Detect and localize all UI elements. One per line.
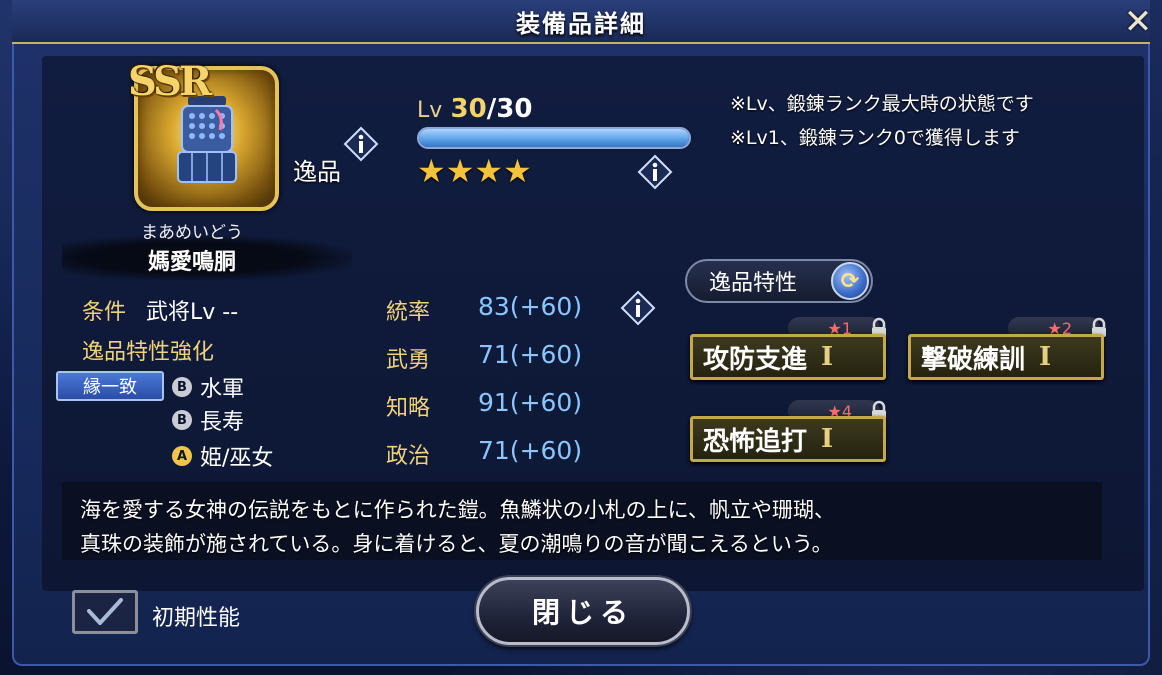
title-bar: 装備品詳細 (12, 0, 1150, 44)
stat-name: 知略 (386, 396, 431, 421)
level-bar (417, 127, 691, 149)
skill-name: 攻防支進 (703, 344, 808, 375)
trait-panel-header: 逸品特性 ⟳ (685, 259, 873, 303)
level-bar-fill (419, 129, 689, 147)
condition-label: 条件 (82, 300, 127, 325)
cycle-icon[interactable]: ⟳ (831, 262, 869, 300)
stat-name: 統率 (386, 300, 431, 325)
info-icon[interactable] (620, 290, 656, 326)
description-line: 海を愛する女神の伝説をもとに作られた鎧。魚鱗状の小札の上に、帆立や珊瑚、 (80, 498, 835, 522)
info-icon[interactable] (343, 126, 379, 162)
stat-name: 武勇 (386, 348, 431, 373)
skill-name: 恐怖追打 (703, 426, 808, 457)
level-label: Lv 30/30 (417, 94, 532, 124)
grade-badge: B (172, 410, 192, 430)
skill-button[interactable]: 恐怖追打 I (690, 416, 886, 462)
stat-name: 政治 (386, 444, 431, 469)
item-kind: 逸品 (293, 158, 341, 186)
trait-name: 水軍 (200, 377, 245, 402)
info-icon[interactable] (637, 154, 673, 190)
star-rating: ★★★★ (417, 152, 532, 190)
condition-value: 武将Lv -- (146, 300, 239, 325)
description-line: 真珠の装飾が施されている。身に着けると、夏の潮鳴りの音が聞こえるという。 (80, 532, 833, 556)
item-furigana: まあめいどう (141, 223, 243, 243)
level-word: Lv (417, 98, 443, 123)
trait-row: B 水軍 (172, 371, 244, 403)
skill-rank: I (821, 342, 834, 372)
stat-value: 71(+60) (478, 436, 583, 465)
armor-icon (177, 96, 237, 183)
skill-rank: I (1039, 342, 1052, 372)
stat-value: 83(+60) (478, 292, 583, 321)
skill-button[interactable]: 撃破練訓 I (908, 334, 1104, 380)
grade-badge: A (172, 446, 192, 466)
trait-row: A 姫/巫女 (172, 440, 273, 472)
trait-panel-label: 逸品特性 (709, 271, 798, 296)
checkbox-label: 初期性能 (152, 606, 241, 631)
dialog-title: 装備品詳細 (516, 9, 646, 38)
skill-rank: I (821, 424, 834, 454)
initial-stats-checkbox[interactable] (72, 590, 138, 634)
trait-name: 姫/巫女 (200, 446, 274, 471)
note-max-state: ※Lv、鍛錬ランク最大時の状態です (730, 93, 1034, 115)
check-icon (87, 598, 123, 625)
note-acquire: ※Lv1、鍛錬ランク0で獲得します (730, 127, 1020, 149)
trait-row: B 長寿 (172, 404, 244, 436)
rarity-badge: SSR (128, 58, 212, 105)
close-button-label: 閉じる (531, 596, 634, 629)
level-max: /30 (486, 94, 533, 124)
grade-badge: B (172, 377, 192, 397)
level-current: 30 (450, 94, 487, 124)
stat-value: 91(+60) (478, 388, 583, 417)
match-badge: 縁一致 (56, 371, 164, 401)
close-button[interactable]: 閉じる (476, 577, 690, 645)
stat-value: 71(+60) (478, 340, 583, 369)
trait-name: 長寿 (200, 410, 245, 435)
skill-button[interactable]: 攻防支進 I (690, 334, 886, 380)
item-name: 媽愛鳴胴 (147, 250, 236, 275)
enhance-label: 逸品特性強化 (82, 340, 215, 365)
close-icon[interactable]: ✕ (1120, 2, 1156, 42)
skill-name: 撃破練訓 (921, 344, 1026, 375)
